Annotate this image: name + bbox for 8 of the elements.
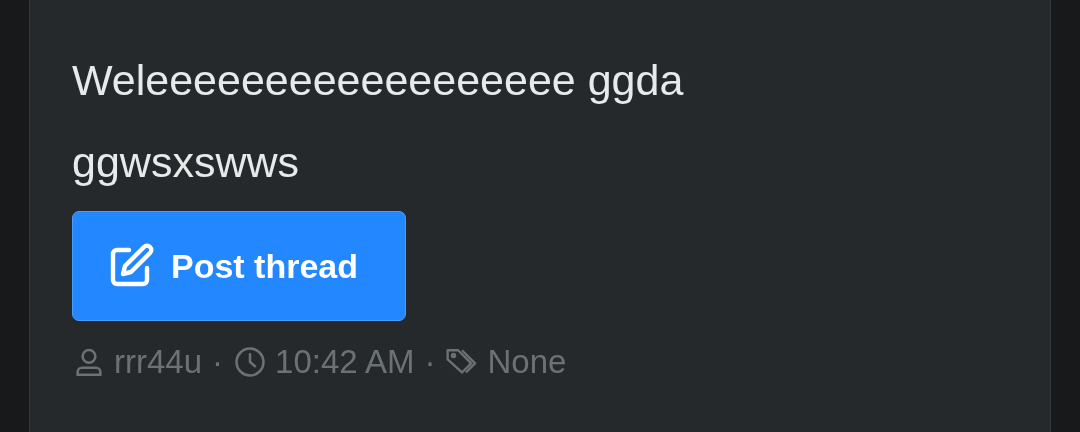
clock-icon — [233, 345, 268, 379]
post-text: Weleeeeeeeeeeeeeeeeee ggda ggwsxswws — [72, 55, 685, 188]
post-time: 10:42 AM — [275, 343, 415, 381]
author-name[interactable]: rrr44u — [114, 343, 203, 381]
post-thread-button[interactable]: Post thread — [72, 211, 406, 321]
separator-dot: · — [424, 343, 436, 381]
separator-dot: · — [212, 343, 224, 381]
tag-label: None — [487, 343, 567, 381]
